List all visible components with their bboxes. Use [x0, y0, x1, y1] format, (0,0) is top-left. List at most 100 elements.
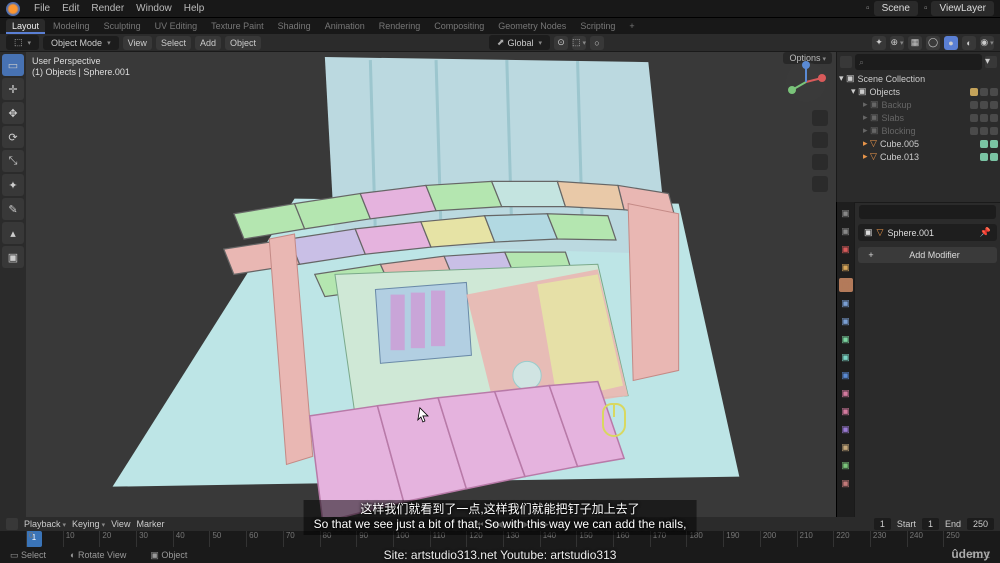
- tool-select-box[interactable]: ▭: [2, 54, 24, 76]
- property-tab-10[interactable]: ▣: [839, 386, 853, 400]
- tool-rotate[interactable]: ⟳: [2, 126, 24, 148]
- overlays-dropdown[interactable]: ⊕: [890, 36, 904, 50]
- property-tab-11[interactable]: ▣: [839, 404, 853, 418]
- tab-shading[interactable]: Shading: [272, 19, 317, 33]
- property-tab-12[interactable]: ▣: [839, 422, 853, 436]
- camera-icon[interactable]: [812, 154, 828, 170]
- tab-texture-paint[interactable]: Texture Paint: [205, 19, 270, 33]
- tab-modeling[interactable]: Modeling: [47, 19, 96, 33]
- timeline-marker-menu[interactable]: Marker: [136, 519, 164, 529]
- timeline-tick: 70: [283, 531, 295, 547]
- property-tab-8[interactable]: ▣: [839, 350, 853, 364]
- property-tab-5[interactable]: ▣: [839, 296, 853, 310]
- tree-slabs[interactable]: ▸ ▣Slabs: [837, 111, 1000, 124]
- scene-selector[interactable]: ▫Scene: [866, 1, 918, 16]
- tree-scene-collection[interactable]: ▾ ▣Scene Collection: [837, 72, 1000, 85]
- outliner-filter-icon[interactable]: ▾: [985, 56, 997, 68]
- properties-search[interactable]: [859, 205, 996, 219]
- tab-uv-editing[interactable]: UV Editing: [149, 19, 204, 33]
- add-modifier-button[interactable]: +Add Modifier: [858, 247, 997, 263]
- tool-annotate[interactable]: ✎: [2, 198, 24, 220]
- pivot-icon[interactable]: ⊙: [554, 36, 568, 50]
- menu-render[interactable]: Render: [85, 1, 130, 16]
- tree-objects-collection[interactable]: ▾ ▣Objects: [837, 85, 1000, 98]
- tab-rendering[interactable]: Rendering: [373, 19, 427, 33]
- timeline-tick: 20: [99, 531, 111, 547]
- property-tab-14[interactable]: ▣: [839, 458, 853, 472]
- property-tab-3[interactable]: ▣: [839, 260, 853, 274]
- property-tab-1[interactable]: ▣: [839, 224, 853, 238]
- tree-blocking[interactable]: ▸ ▣Blocking: [837, 124, 1000, 137]
- menu-edit[interactable]: Edit: [56, 1, 85, 16]
- property-tab-4[interactable]: ▣: [839, 278, 853, 292]
- toolbar: ▭ ✛ ✥ ⟳ ⤡ ✦ ✎ ▴ ▣: [0, 52, 26, 517]
- properties-breadcrumb[interactable]: ▣▽Sphere.001📌: [858, 224, 997, 241]
- timeline-tick: 230: [870, 531, 886, 547]
- viewport-info: User Perspective (1) Objects | Sphere.00…: [32, 56, 130, 78]
- navigation-gizmo[interactable]: [784, 60, 828, 104]
- zoom-icon[interactable]: [812, 110, 828, 126]
- tree-cube-013[interactable]: ▸ ▽Cube.013: [837, 150, 1000, 163]
- property-tab-6[interactable]: ▣: [839, 314, 853, 328]
- menu-help[interactable]: Help: [178, 1, 211, 16]
- property-tab-15[interactable]: ▣: [839, 476, 853, 490]
- tab-geometry-nodes[interactable]: Geometry Nodes: [492, 19, 572, 33]
- properties-tabs: ▣ ▣ ▣ ▣ ▣ ▣ ▣ ▣ ▣ ▣ ▣ ▣ ▣ ▣ ▣ ▣: [836, 202, 854, 517]
- watermark-site: Site: artstudio313.net Youtube: artstudi…: [384, 548, 617, 562]
- header-menu-view[interactable]: View: [123, 36, 152, 50]
- proportional-edit-icon[interactable]: ○: [590, 36, 604, 50]
- gizmo-toggle-icon[interactable]: ✦: [872, 36, 886, 50]
- workspace-tabs: Layout Modeling Sculpting UV Editing Tex…: [0, 18, 1000, 34]
- status-context: Object: [161, 550, 187, 560]
- snap-dropdown[interactable]: ⬚: [572, 36, 586, 50]
- outliner-editor-icon[interactable]: [840, 56, 852, 68]
- property-tab-2[interactable]: ▣: [839, 242, 853, 256]
- header-menu-add[interactable]: Add: [195, 36, 221, 50]
- tool-add-cube[interactable]: ▣: [2, 246, 24, 268]
- viewport-nav-icons: [812, 110, 828, 192]
- tab-add-workspace[interactable]: +: [623, 19, 640, 33]
- property-tab-9[interactable]: ▣: [839, 368, 853, 382]
- end-frame[interactable]: 250: [967, 518, 994, 530]
- editor-type-dropdown[interactable]: ⬚: [6, 35, 39, 50]
- outliner-search[interactable]: ⌕: [855, 54, 982, 70]
- tree-backup[interactable]: ▸ ▣Backup: [837, 98, 1000, 111]
- property-tab-13[interactable]: ▣: [839, 440, 853, 454]
- current-frame[interactable]: 1: [874, 518, 891, 530]
- perspective-icon[interactable]: [812, 176, 828, 192]
- mode-dropdown[interactable]: Object Mode: [43, 36, 119, 50]
- orientation-dropdown[interactable]: ⬈ Global: [489, 35, 550, 50]
- tool-transform[interactable]: ✦: [2, 174, 24, 196]
- shading-render-icon[interactable]: ◉: [980, 36, 994, 50]
- 3d-viewport[interactable]: User Perspective (1) Objects | Sphere.00…: [26, 52, 836, 517]
- tab-layout[interactable]: Layout: [6, 19, 45, 33]
- property-tab-7[interactable]: ▣: [839, 332, 853, 346]
- xray-icon[interactable]: ▦: [908, 36, 922, 50]
- menu-window[interactable]: Window: [130, 1, 178, 16]
- timeline-playback-menu[interactable]: Playback: [24, 519, 66, 529]
- tab-animation[interactable]: Animation: [319, 19, 371, 33]
- start-frame[interactable]: 1: [922, 518, 939, 530]
- menu-file[interactable]: File: [28, 1, 56, 16]
- tool-scale[interactable]: ⤡: [2, 150, 24, 172]
- blender-logo: [6, 2, 20, 16]
- property-tab-0[interactable]: ▣: [839, 206, 853, 220]
- tool-move[interactable]: ✥: [2, 102, 24, 124]
- header-menu-object[interactable]: Object: [225, 36, 261, 50]
- timeline-keying-menu[interactable]: Keying: [72, 519, 105, 529]
- shading-wire-icon[interactable]: ◯: [926, 36, 940, 50]
- timeline-editor-icon[interactable]: [6, 518, 18, 530]
- shading-solid-icon[interactable]: ●: [944, 36, 958, 50]
- tab-compositing[interactable]: Compositing: [428, 19, 490, 33]
- viewlayer-selector[interactable]: ▫ViewLayer: [924, 1, 994, 16]
- timeline-tick: 190: [723, 531, 739, 547]
- tab-scripting[interactable]: Scripting: [574, 19, 621, 33]
- tab-sculpting[interactable]: Sculpting: [98, 19, 147, 33]
- timeline-view-menu[interactable]: View: [111, 519, 130, 529]
- shading-matprev-icon[interactable]: ◐: [962, 36, 976, 50]
- header-menu-select[interactable]: Select: [156, 36, 191, 50]
- tree-cube-005[interactable]: ▸ ▽Cube.005: [837, 137, 1000, 150]
- pan-icon[interactable]: [812, 132, 828, 148]
- tool-measure[interactable]: ▴: [2, 222, 24, 244]
- tool-cursor[interactable]: ✛: [2, 78, 24, 100]
